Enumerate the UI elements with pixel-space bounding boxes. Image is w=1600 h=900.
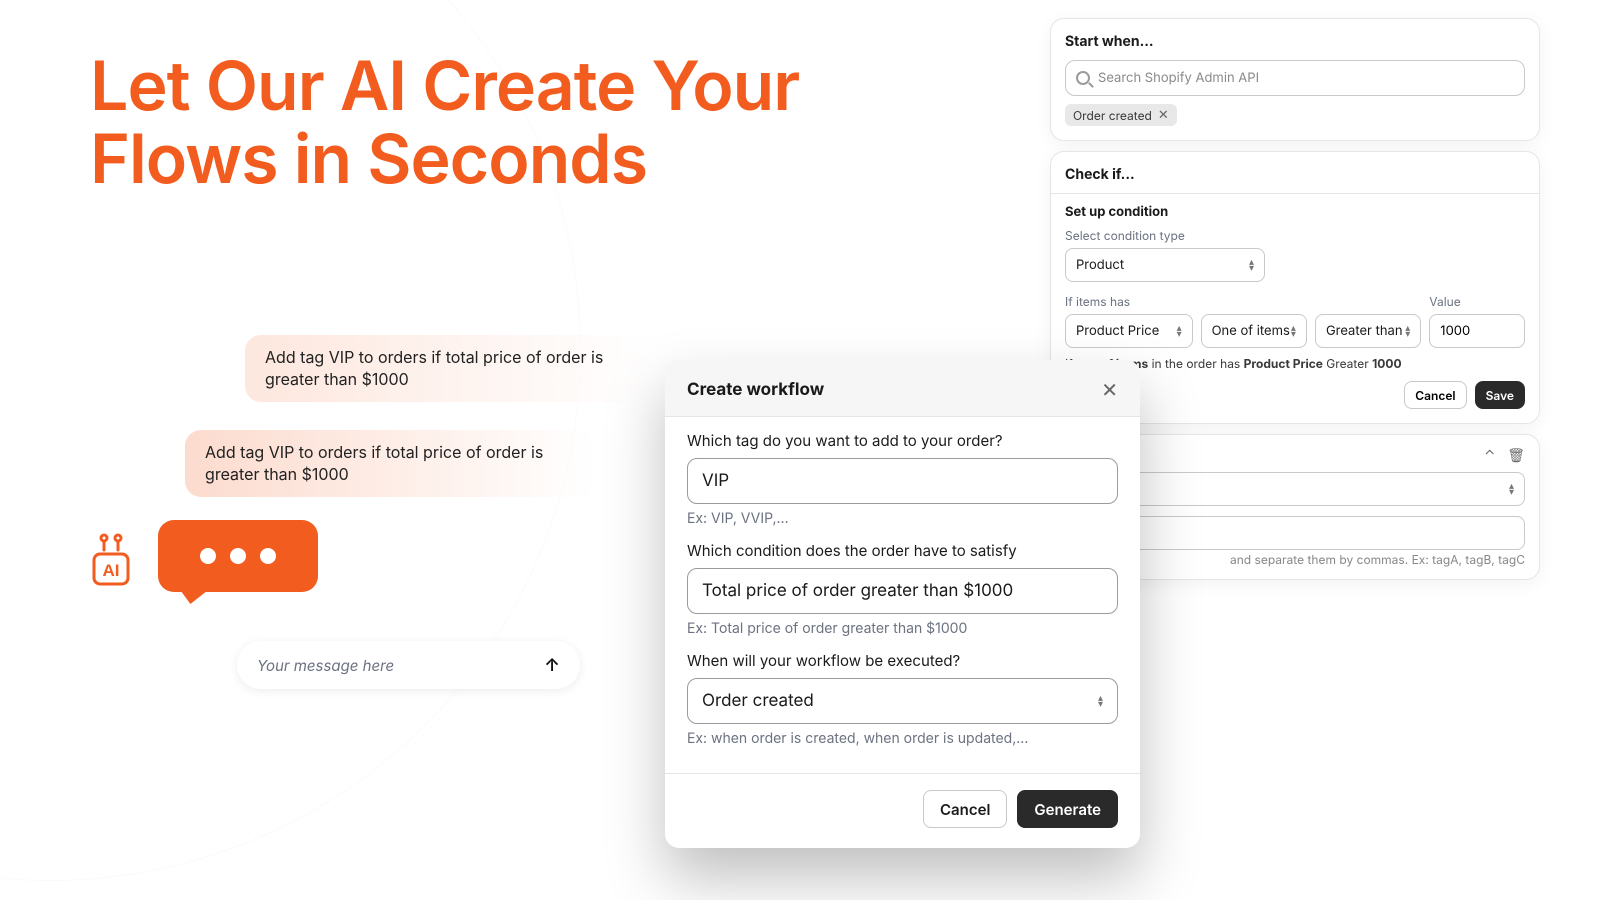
create-workflow-modal: Create workflow ✕ Which tag do you want … (665, 360, 1140, 848)
chip-remove-icon[interactable]: ✕ (1158, 107, 1169, 123)
headline-line1: Let Our AI Create Your (90, 45, 799, 127)
cancel-button[interactable]: Cancel (923, 790, 1007, 828)
summary-text: Greater (1323, 356, 1372, 371)
condition-input-value: Total price of order greater than $1000 (702, 581, 1013, 601)
condition-type-select[interactable]: Product ▴▾ (1065, 248, 1265, 282)
summary-bold: 1000 (1372, 356, 1401, 371)
typing-dot (260, 548, 276, 564)
setup-condition-label: Set up condition (1065, 204, 1525, 220)
headline: Let Our AI Create Your Flows in Seconds (90, 50, 799, 197)
chat-bubble-2: Add tag VIP to orders if total price of … (185, 430, 595, 497)
trigger-card: Start when... Search Shopify Admin API O… (1050, 18, 1540, 141)
value-label: Value (1429, 294, 1525, 309)
modal-title: Create workflow (687, 380, 824, 400)
chat-preview: Add tag VIP to orders if total price of … (90, 335, 650, 497)
send-icon[interactable]: ↑ (544, 655, 560, 676)
tag-input[interactable]: VIP (687, 458, 1118, 504)
select-arrows-icon: ▴▾ (1249, 259, 1254, 271)
items-op-value: Greater than (1326, 323, 1403, 339)
typing-dot (200, 548, 216, 564)
chat-input[interactable]: Your message here ↑ (237, 641, 580, 689)
trigger-search-input[interactable]: Search Shopify Admin API (1065, 60, 1525, 96)
ai-robot-icon: AI (90, 532, 138, 580)
divider (1051, 193, 1539, 194)
condition-type-label: Select condition type (1065, 228, 1525, 243)
close-icon[interactable]: ✕ (1101, 378, 1118, 402)
chat-input-placeholder: Your message here (257, 656, 394, 675)
summary-text: in the order has (1148, 356, 1243, 371)
typing-indicator (158, 520, 318, 592)
trigger-chip[interactable]: Order created ✕ (1065, 104, 1177, 126)
condition-save-button[interactable]: Save (1475, 381, 1525, 409)
value-input[interactable]: 1000 (1429, 314, 1525, 348)
modal-footer: Cancel Generate (665, 773, 1140, 848)
tag-input-value: VIP (702, 471, 729, 491)
condition-title: Check if... (1065, 166, 1525, 183)
items-field-value: Product Price (1076, 323, 1159, 339)
when-hint: Ex: when order is created, when order is… (687, 730, 1118, 747)
tag-hint: Ex: VIP, VVIP,... (687, 510, 1118, 527)
select-arrows-icon: ▴▾ (1291, 325, 1296, 337)
search-icon (1076, 71, 1090, 85)
items-scope-select[interactable]: One of items ▴▾ (1201, 314, 1307, 348)
select-arrows-icon: ▴▾ (1509, 483, 1514, 495)
chat-bubble-1: Add tag VIP to orders if total price of … (245, 335, 650, 402)
items-field-select[interactable]: Product Price ▴▾ (1065, 314, 1193, 348)
typing-dot (230, 548, 246, 564)
trigger-title: Start when... (1065, 33, 1525, 50)
delete-icon[interactable]: 🗑 (1507, 447, 1525, 464)
when-select-value: Order created (702, 691, 814, 711)
when-select[interactable]: Order created ▴▾ (687, 678, 1118, 724)
trigger-chip-label: Order created (1073, 108, 1152, 123)
summary-bold: Product Price (1244, 356, 1323, 371)
condition-question-label: Which condition does the order have to s… (687, 541, 1118, 560)
items-op-select[interactable]: Greater than ▴▾ (1315, 314, 1421, 348)
condition-input[interactable]: Total price of order greater than $1000 (687, 568, 1118, 614)
value-input-text: 1000 (1440, 323, 1470, 339)
spacer-label (1315, 294, 1421, 309)
tag-question-label: Which tag do you want to add to your ord… (687, 431, 1118, 450)
items-scope-value: One of items (1212, 323, 1290, 339)
select-arrows-icon: ▴▾ (1177, 325, 1182, 337)
items-has-label: If items has (1065, 294, 1193, 309)
search-placeholder: Search Shopify Admin API (1098, 70, 1259, 86)
generate-button[interactable]: Generate (1017, 790, 1118, 828)
condition-type-value: Product (1076, 257, 1124, 273)
select-arrows-icon: ▴▾ (1405, 325, 1410, 337)
headline-line2: Flows in Seconds (90, 118, 647, 200)
modal-body: Which tag do you want to add to your ord… (665, 417, 1140, 763)
condition-hint: Ex: Total price of order greater than $1… (687, 620, 1118, 637)
modal-header: Create workflow ✕ (665, 360, 1140, 417)
condition-cancel-button[interactable]: Cancel (1404, 381, 1466, 409)
select-arrows-icon: ▴▾ (1098, 695, 1103, 707)
spacer-label (1201, 294, 1307, 309)
when-question-label: When will your workflow be executed? (687, 651, 1118, 670)
svg-text:AI: AI (103, 561, 120, 580)
ai-avatar-row: AI (90, 520, 318, 592)
collapse-icon[interactable]: ⌃ (1484, 447, 1495, 464)
